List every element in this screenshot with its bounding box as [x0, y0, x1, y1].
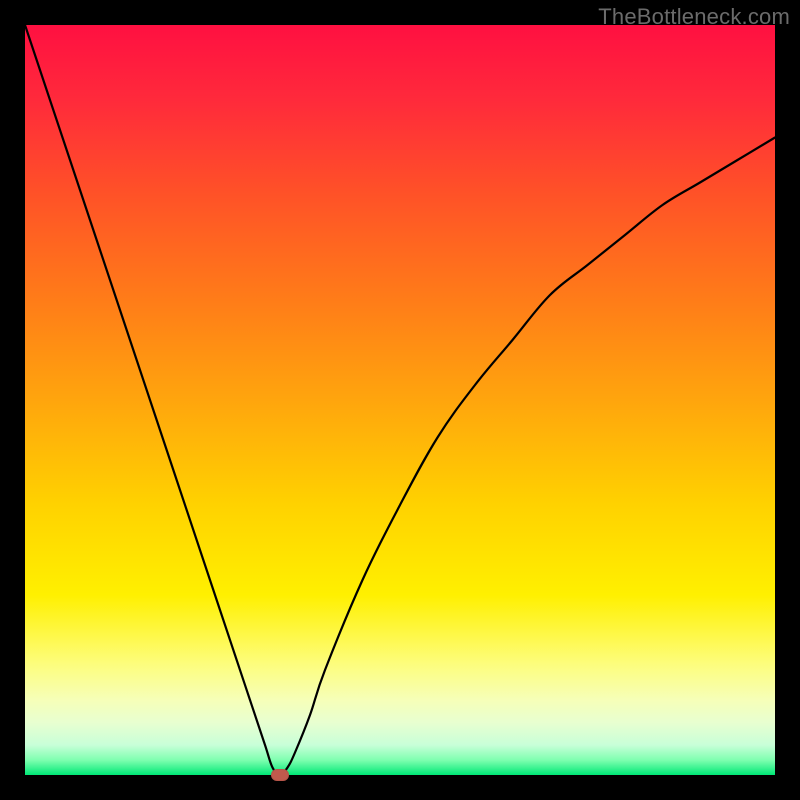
watermark-text: TheBottleneck.com: [598, 4, 790, 30]
chart-plot-area: [25, 25, 775, 775]
bottleneck-curve-path: [25, 25, 775, 775]
optimal-point-marker: [271, 769, 289, 781]
chart-frame: TheBottleneck.com: [0, 0, 800, 800]
chart-curve: [25, 25, 775, 775]
